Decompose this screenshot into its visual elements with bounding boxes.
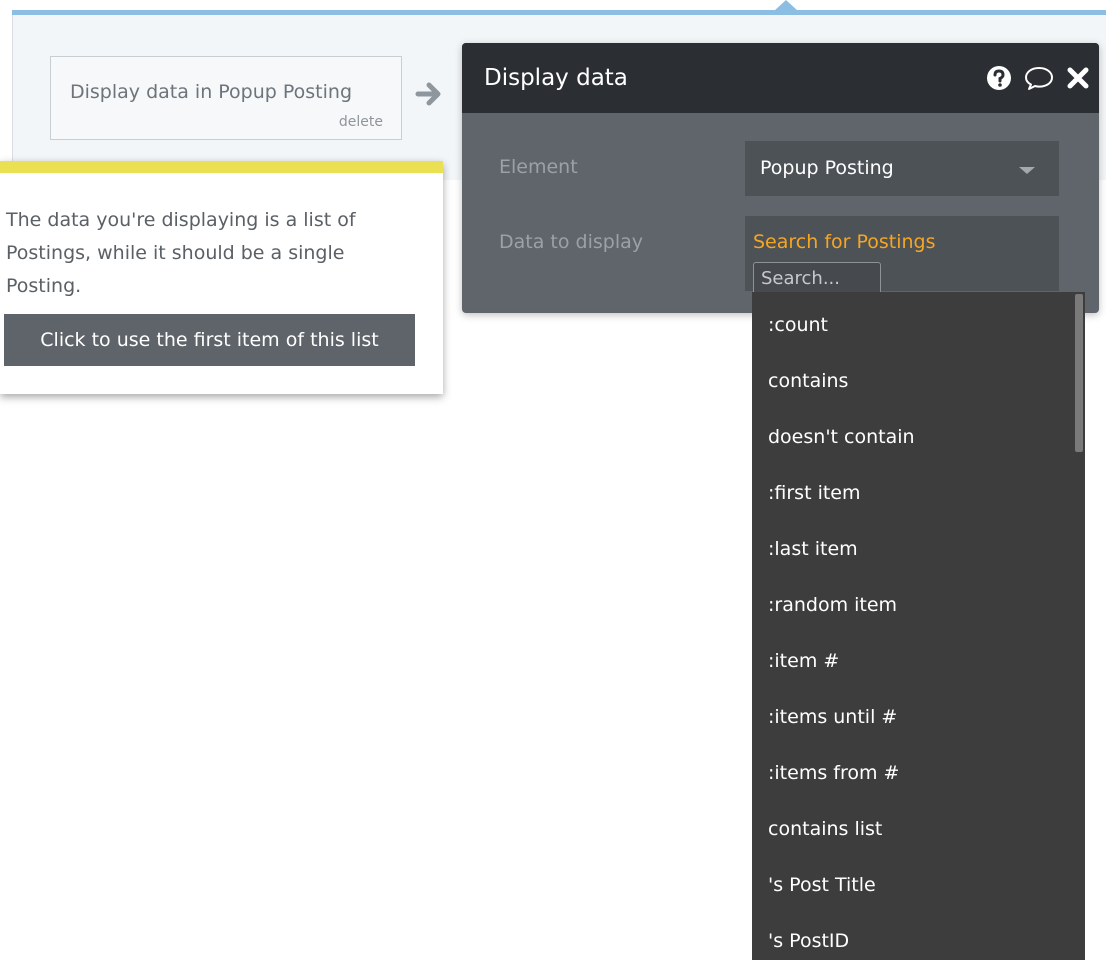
panel-header-icons <box>985 63 1091 93</box>
list-item[interactable]: doesn't contain <box>752 404 1085 460</box>
list-item[interactable]: contains <box>752 348 1085 404</box>
list-item[interactable]: :items until # <box>752 684 1085 740</box>
comment-icon[interactable] <box>1023 64 1055 92</box>
canvas-pointer-caret <box>774 0 798 11</box>
list-item[interactable]: :items from # <box>752 740 1085 796</box>
chevron-down-icon <box>1019 167 1035 174</box>
list-item[interactable]: contains list <box>752 796 1085 852</box>
list-item[interactable]: 's PostID <box>752 908 1085 960</box>
workflow-action-card[interactable]: Display data in Popup Posting delete <box>50 56 402 140</box>
operator-search-input[interactable] <box>753 262 881 294</box>
list-item[interactable]: :random item <box>752 572 1085 628</box>
close-icon[interactable] <box>1065 65 1091 91</box>
use-first-item-button[interactable]: Click to use the first item of this list <box>4 314 415 366</box>
dropdown-scrollbar[interactable] <box>1075 294 1083 452</box>
operator-dropdown-list: :count contains doesn't contain :first i… <box>752 292 1085 960</box>
action-label: Display data in Popup Posting <box>70 81 353 103</box>
panel-title: Display data <box>484 65 628 91</box>
issue-message: The data you're displaying is a list of … <box>6 209 356 297</box>
list-item[interactable]: :item # <box>752 628 1085 684</box>
help-icon[interactable] <box>985 64 1013 92</box>
issue-popover: The data you're displaying is a list of … <box>0 161 443 394</box>
list-item[interactable]: 's Post Title <box>752 852 1085 908</box>
element-field-label: Element <box>499 156 578 178</box>
data-to-display-label: Data to display <box>499 231 643 253</box>
warning-bar <box>0 161 443 173</box>
list-item[interactable]: :last item <box>752 516 1085 572</box>
list-item[interactable]: :count <box>752 292 1085 348</box>
list-item[interactable]: :first item <box>752 460 1085 516</box>
canvas-left-border <box>12 15 13 180</box>
dynamic-expression-text[interactable]: Search for Postings <box>753 231 936 253</box>
panel-header: Display data <box>462 43 1099 113</box>
element-dropdown-value: Popup Posting <box>760 157 894 179</box>
element-dropdown[interactable]: Popup Posting <box>745 141 1059 196</box>
arrow-right-icon <box>415 82 441 106</box>
delete-action-link[interactable]: delete <box>339 114 383 130</box>
